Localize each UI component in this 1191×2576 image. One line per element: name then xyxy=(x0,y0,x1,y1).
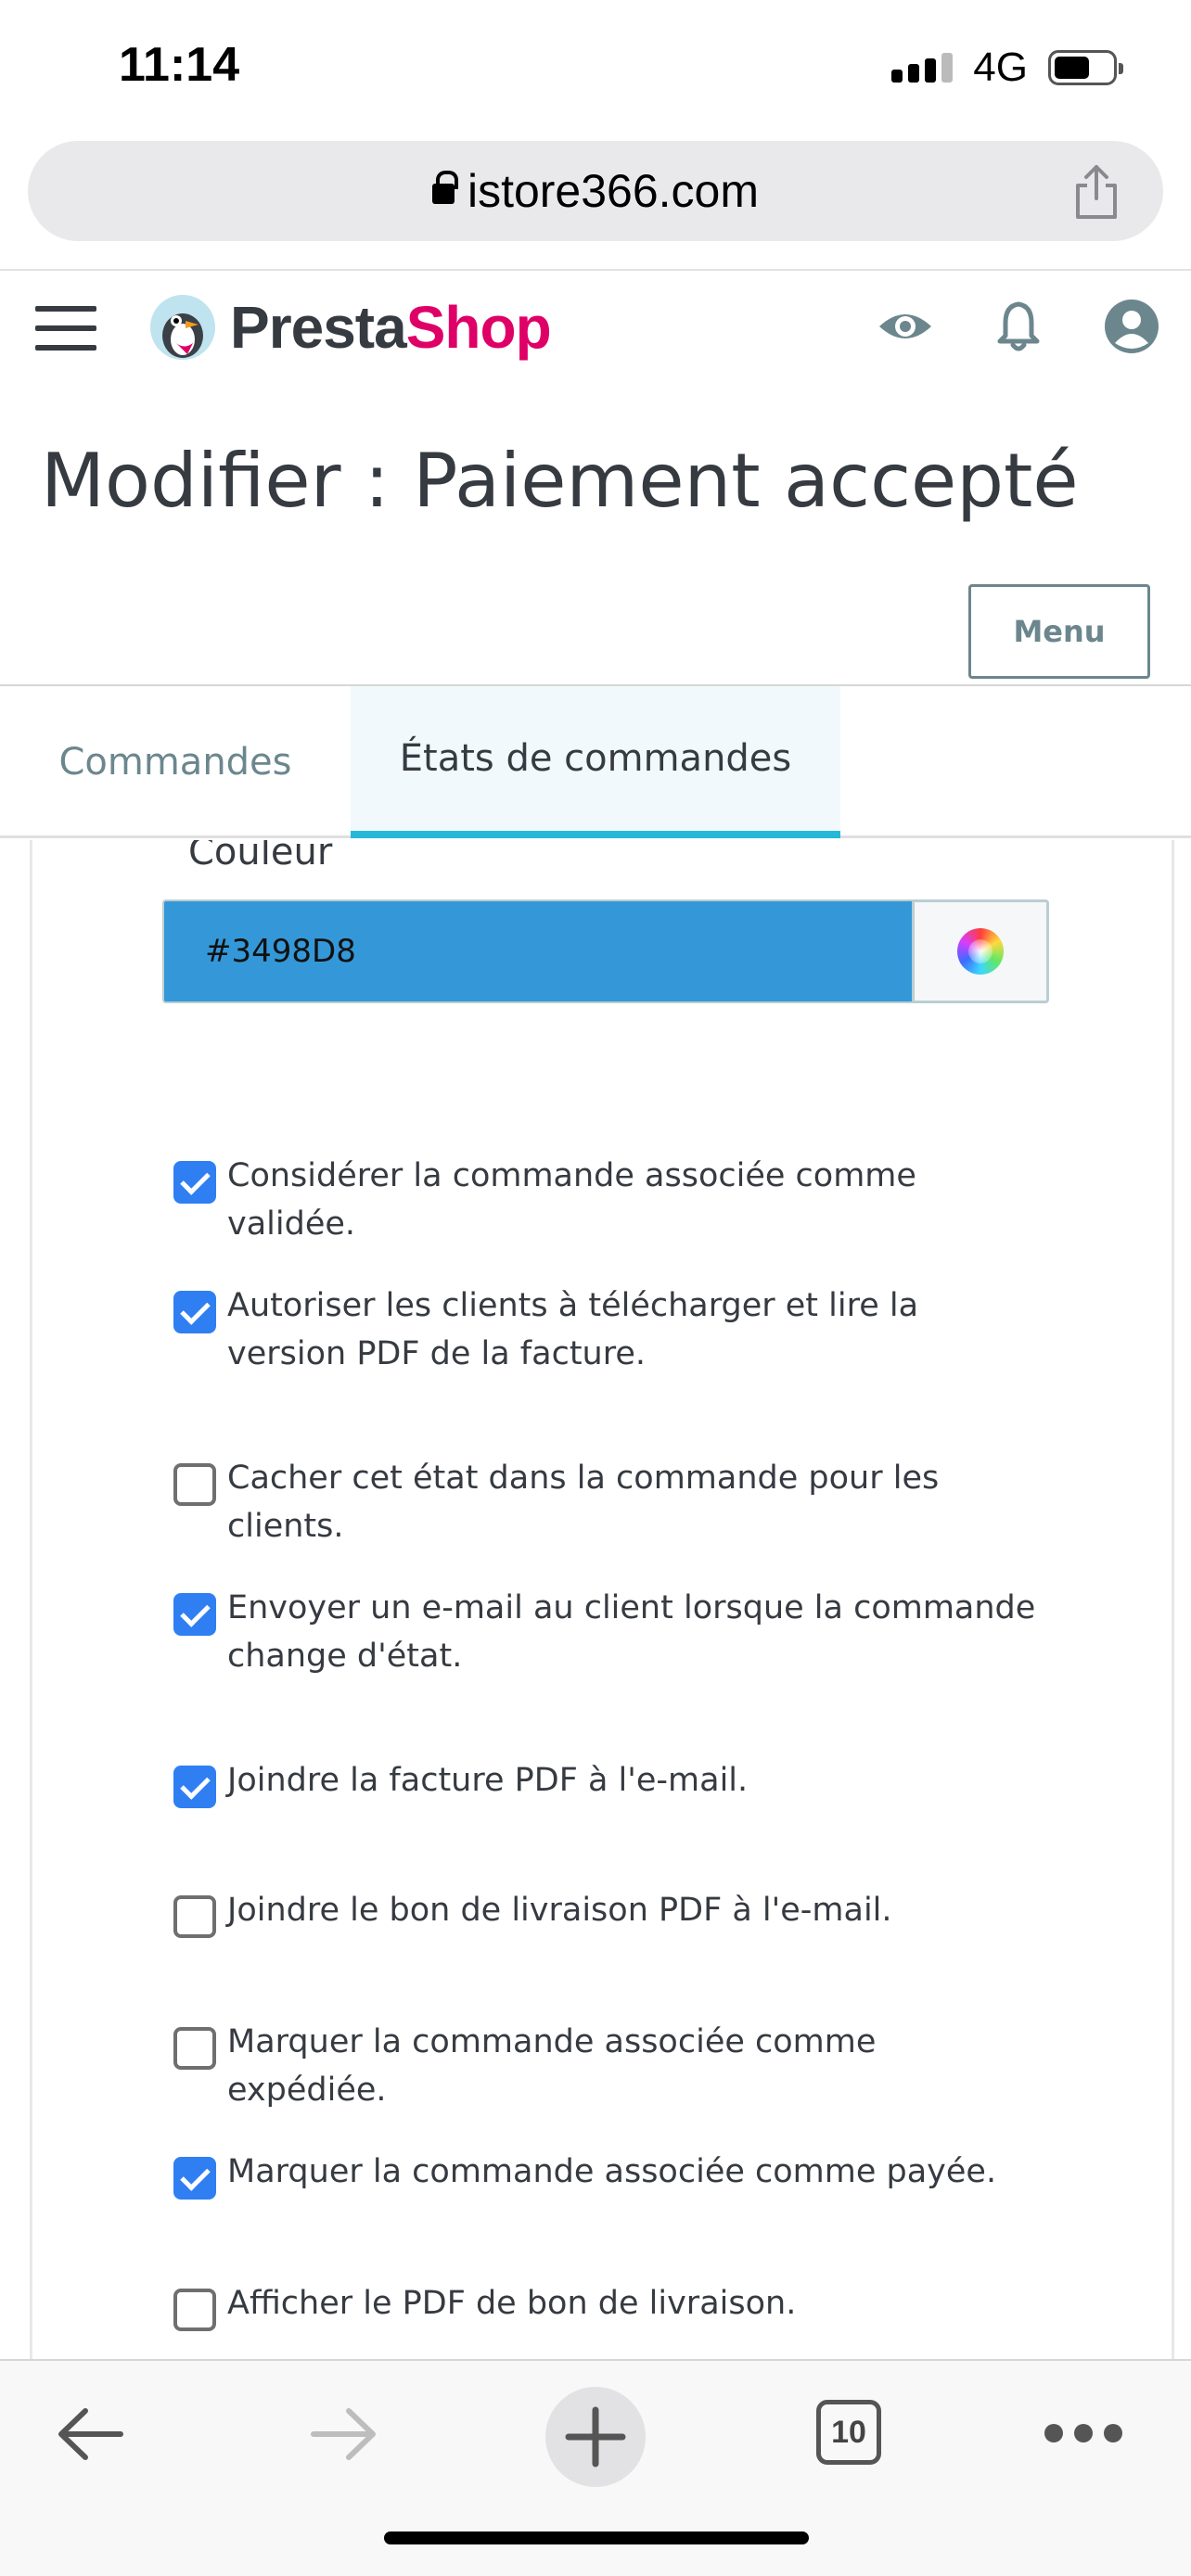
admin-header: PrestaShop xyxy=(0,269,1191,384)
checkbox-option[interactable]: Afficher le PDF de bon de livraison. xyxy=(173,2279,1044,2331)
checkbox-option[interactable]: Marquer la commande associée comme payée… xyxy=(173,2148,1044,2200)
battery-icon xyxy=(1048,50,1123,85)
cellular-signal-icon xyxy=(891,53,954,83)
home-indicator xyxy=(384,2531,809,2544)
forward-arrow-icon[interactable] xyxy=(306,2402,380,2467)
eye-icon[interactable] xyxy=(876,297,935,356)
checkbox[interactable] xyxy=(173,1895,216,1938)
checkbox[interactable] xyxy=(173,2289,216,2331)
url-text: istore366.com xyxy=(467,165,760,217)
checkbox-option[interactable]: Cacher cet état dans la commande pour le… xyxy=(173,1454,1044,1550)
tab-switcher-button[interactable]: 10 xyxy=(816,2400,881,2465)
checkbox[interactable] xyxy=(173,2027,216,2070)
checkbox-label: Envoyer un e-mail au client lorsque la c… xyxy=(227,1589,1036,1675)
checkbox-label: Cacher cet état dans la commande pour le… xyxy=(227,1460,940,1545)
checkbox[interactable] xyxy=(173,1161,216,1204)
status-time: 11:14 xyxy=(119,38,240,92)
hamburger-menu-icon[interactable] xyxy=(35,306,96,351)
checkbox-label: Joindre la facture PDF à l'e-mail. xyxy=(227,1762,749,1799)
prestashop-logo[interactable]: PrestaShop xyxy=(148,293,552,362)
checkbox-label: Considérer la commande associée comme va… xyxy=(227,1157,916,1243)
bell-icon[interactable] xyxy=(989,297,1048,356)
checkbox-option[interactable]: Joindre le bon de livraison PDF à l'e-ma… xyxy=(173,1886,1044,1938)
checkbox[interactable] xyxy=(173,1463,216,1506)
network-type: 4G xyxy=(973,45,1028,90)
new-tab-button[interactable] xyxy=(545,2387,646,2487)
back-arrow-icon[interactable] xyxy=(54,2402,128,2467)
checkbox-label: Afficher le PDF de bon de livraison. xyxy=(227,2285,797,2322)
menu-button[interactable]: Menu xyxy=(968,584,1150,679)
tab-bar: Commandes États de commandes xyxy=(0,684,1191,838)
checkbox-label: Autoriser les clients à télécharger et l… xyxy=(227,1287,919,1372)
color-input[interactable]: #3498D8 xyxy=(162,899,912,1003)
address-bar[interactable]: istore366.com xyxy=(28,141,1163,241)
checkbox-option[interactable]: Autoriser les clients à télécharger et l… xyxy=(173,1282,1044,1378)
color-field-label: Couleur xyxy=(188,840,333,874)
color-picker-button[interactable] xyxy=(912,899,1049,1003)
color-wheel-icon xyxy=(957,928,1004,975)
user-account-icon[interactable] xyxy=(1102,297,1161,356)
plus-icon xyxy=(565,2406,626,2468)
checkbox-option[interactable]: Marquer la commande associée comme expéd… xyxy=(173,2018,1044,2114)
form-panel: Couleur #3498D8 Considérer la commande a… xyxy=(30,840,1174,2361)
checkbox-label: Marquer la commande associée comme expéd… xyxy=(227,2023,877,2109)
checkbox-label: Joindre le bon de livraison PDF à l'e-ma… xyxy=(227,1892,892,1929)
checkbox[interactable] xyxy=(173,1291,216,1333)
checkbox[interactable] xyxy=(173,2157,216,2200)
page-title: Modifier : Paiement accepté xyxy=(41,438,1079,524)
logo-text-shop: Shop xyxy=(405,294,552,361)
puffin-logo-icon xyxy=(150,295,215,360)
status-indicators: 4G xyxy=(891,45,1123,91)
checkbox[interactable] xyxy=(173,1766,216,1808)
more-options-icon[interactable] xyxy=(1044,2424,1122,2442)
checkbox-option[interactable]: Envoyer un e-mail au client lorsque la c… xyxy=(173,1584,1044,1680)
tab-commandes[interactable]: Commandes xyxy=(0,686,351,838)
lock-icon xyxy=(431,171,458,208)
checkbox-label: Marquer la commande associée comme payée… xyxy=(227,2153,997,2190)
status-bar: 11:14 4G xyxy=(0,0,1191,139)
logo-text-presta: Presta xyxy=(230,294,407,361)
checkbox-option[interactable]: Considérer la commande associée comme va… xyxy=(173,1152,1044,1248)
tab-etats-de-commandes[interactable]: États de commandes xyxy=(351,686,840,838)
checkbox-option[interactable]: Joindre la facture PDF à l'e-mail. xyxy=(173,1756,1044,1808)
checkbox[interactable] xyxy=(173,1593,216,1636)
share-icon[interactable] xyxy=(1069,161,1124,221)
